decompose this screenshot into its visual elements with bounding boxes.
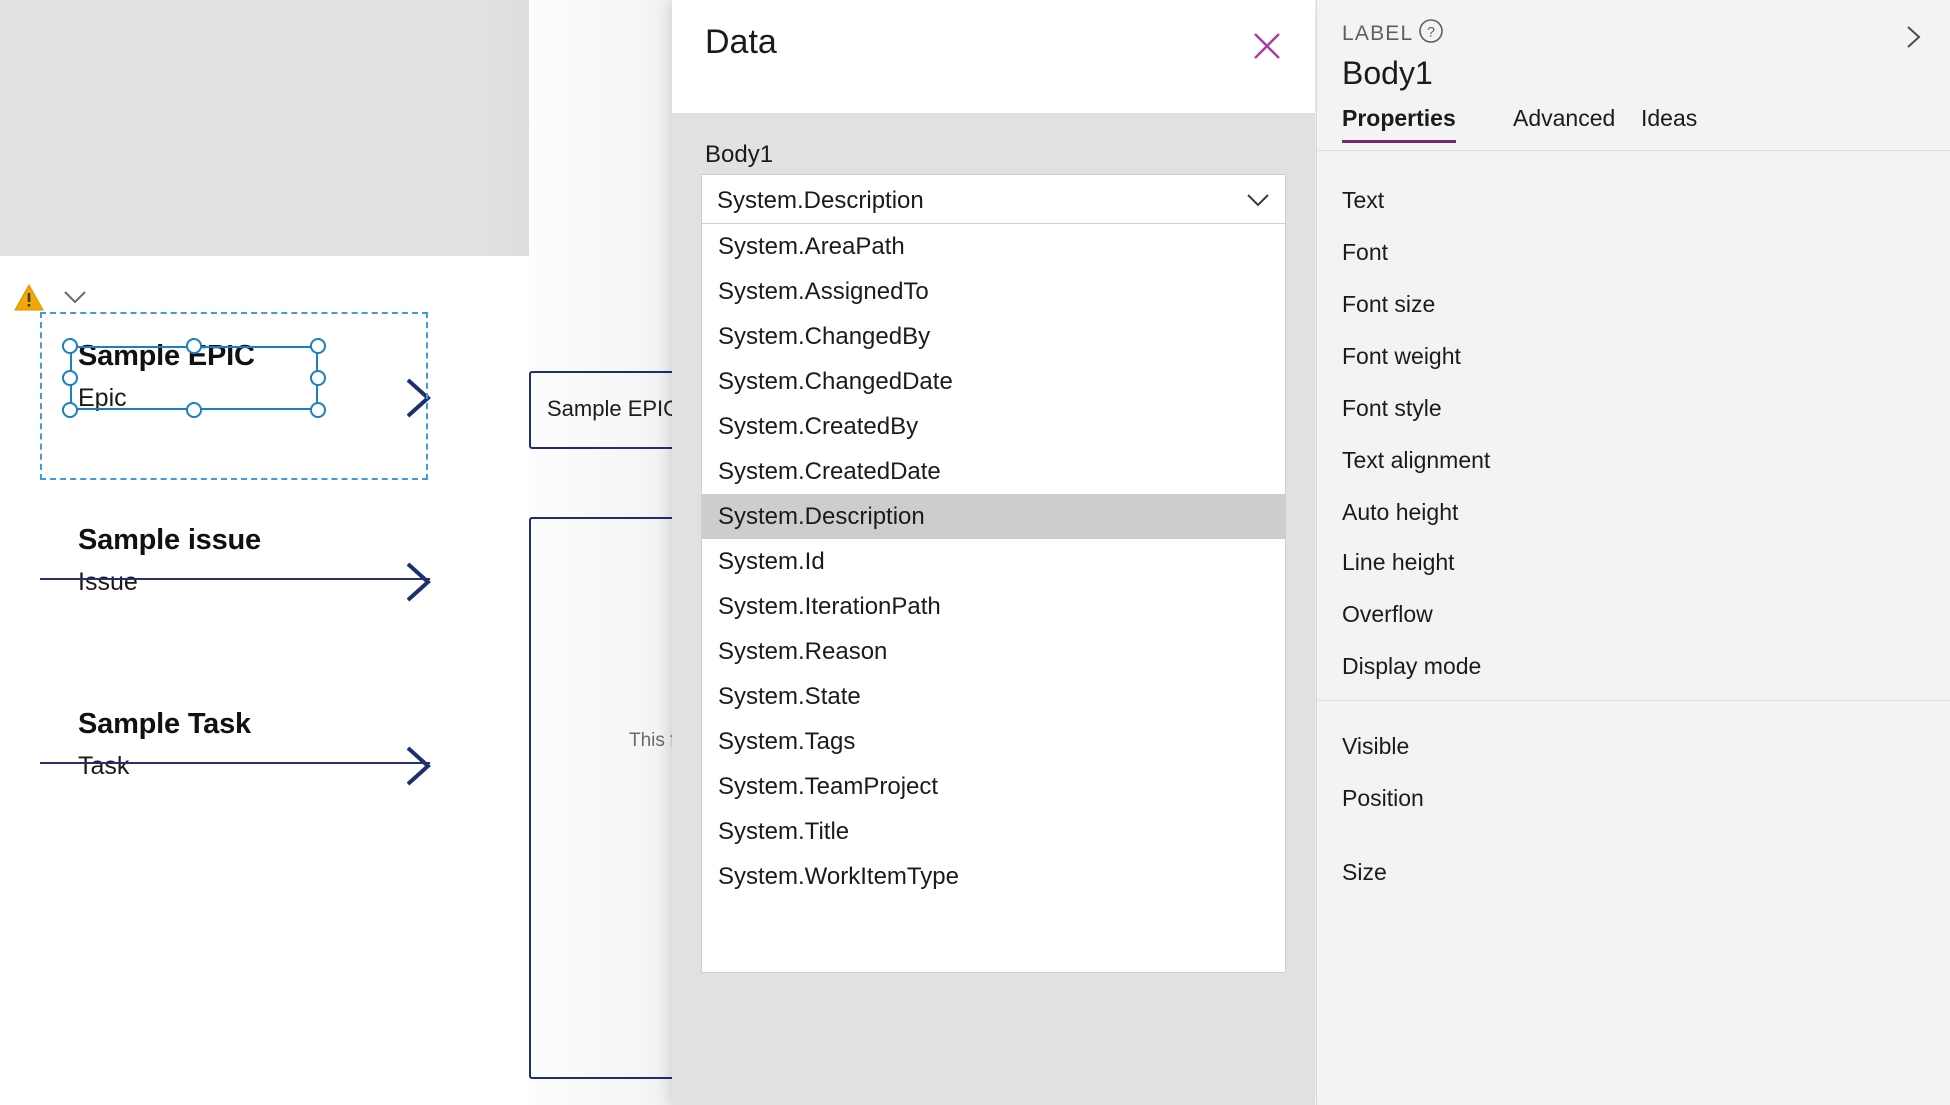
properties-header: LABEL ? Body1 Properties Advanced Ideas xyxy=(1317,0,1950,150)
row-overflow-label: Overflow xyxy=(1342,601,1433,627)
data-panel-header: Data xyxy=(672,0,1315,113)
tab-advanced[interactable]: Advanced xyxy=(1513,105,1615,140)
chevron-down-icon[interactable] xyxy=(62,288,88,306)
row-font: Font xyxy=(1317,227,1950,279)
row-font-weight-label: Font weight xyxy=(1342,343,1461,369)
properties-panel: LABEL ? Body1 Properties Advanced Ideas xyxy=(1316,0,1950,1105)
data-field-label: Body1 xyxy=(705,141,774,168)
warning-triangle-icon[interactable] xyxy=(14,284,44,312)
data-field-option[interactable]: System.WorkItemType xyxy=(702,854,1285,899)
data-field-options-list[interactable]: System.AreaPath System.AssignedTo System… xyxy=(701,224,1286,973)
row-font-size: Font size xyxy=(1317,279,1950,331)
row-size: Size xyxy=(1317,847,1950,899)
resize-handle-middle-left[interactable] xyxy=(62,370,78,386)
row-font-style: Font style xyxy=(1317,383,1950,435)
data-field-option[interactable]: System.Title xyxy=(702,809,1285,854)
data-panel-body: Body1 System.Description System.AreaPath… xyxy=(672,113,1315,1105)
data-panel: Data Body1 System.Description System.Are… xyxy=(672,0,1315,1105)
gallery-divider xyxy=(40,762,430,764)
data-field-option[interactable]: System.ChangedDate xyxy=(702,359,1285,404)
row-line-height: Line height xyxy=(1317,537,1950,589)
row-font-style-label: Font style xyxy=(1342,395,1442,421)
resize-handle-bottom-center[interactable] xyxy=(186,402,202,418)
row-visible-label: Visible xyxy=(1342,733,1410,759)
gallery-divider xyxy=(40,578,430,580)
svg-text:?: ? xyxy=(1427,24,1435,40)
row-font-label: Font xyxy=(1342,239,1389,265)
gallery-item-title: Sample Task xyxy=(78,708,251,740)
data-field-selected-value: System.Description xyxy=(717,187,924,214)
data-field-option[interactable]: System.State xyxy=(702,674,1285,719)
row-auto-height-label: Auto height xyxy=(1342,499,1459,525)
data-field-select[interactable]: System.Description xyxy=(701,174,1286,224)
row-text-label: Text xyxy=(1342,187,1385,213)
chevron-right-icon[interactable] xyxy=(1898,22,1928,52)
row-display-mode-label: Display mode xyxy=(1342,653,1482,679)
data-panel-title: Data xyxy=(705,23,777,61)
control-name: Body1 xyxy=(1342,55,1433,91)
power-apps-studio: Sample EPIC This fo Sample EPIC Epic Sam… xyxy=(0,0,1950,1105)
tab-ideas[interactable]: Ideas xyxy=(1641,105,1697,140)
gallery-item-subtitle: Issue xyxy=(78,568,138,596)
data-field-option[interactable]: System.CreatedDate xyxy=(702,449,1285,494)
row-display-mode: Display mode xyxy=(1317,641,1950,693)
properties-header-divider xyxy=(1317,150,1950,151)
data-field-option[interactable]: System.Reason xyxy=(702,629,1285,674)
data-field-option[interactable]: System.AssignedTo xyxy=(702,269,1285,314)
selected-label-control[interactable] xyxy=(62,338,326,418)
data-field-option-selected[interactable]: System.Description xyxy=(702,494,1285,539)
data-field-option[interactable]: System.ChangedBy xyxy=(702,314,1285,359)
row-visible: Visible xyxy=(1317,721,1950,773)
row-position-label: Position xyxy=(1342,785,1424,811)
chevron-right-icon[interactable] xyxy=(400,742,436,790)
row-text-alignment: Text alignment xyxy=(1317,435,1950,487)
properties-section-divider xyxy=(1317,700,1950,701)
resize-handle-top-left[interactable] xyxy=(62,338,78,354)
row-overflow: Overflow xyxy=(1317,589,1950,641)
data-field-option[interactable]: System.IterationPath xyxy=(702,584,1285,629)
resize-handle-middle-right[interactable] xyxy=(310,370,326,386)
row-position: Position xyxy=(1317,773,1950,825)
resize-handle-top-right[interactable] xyxy=(310,338,326,354)
data-field-option[interactable]: System.CreatedBy xyxy=(702,404,1285,449)
row-text-alignment-label: Text alignment xyxy=(1342,447,1491,473)
form-card-title-label: Sample EPIC xyxy=(547,396,680,421)
row-font-size-label: Font size xyxy=(1342,291,1436,317)
row-line-height-label: Line height xyxy=(1342,549,1455,575)
chevron-right-icon[interactable] xyxy=(400,558,436,606)
data-field-option[interactable]: System.Tags xyxy=(702,719,1285,764)
gallery-item[interactable]: Sample issue Issue xyxy=(40,496,470,680)
help-circle-icon[interactable]: ? xyxy=(1418,18,1444,44)
control-kind-label: LABEL xyxy=(1342,22,1414,45)
data-field-option[interactable]: System.AreaPath xyxy=(702,224,1285,269)
row-text: Text xyxy=(1317,175,1950,227)
gallery-item-subtitle: Task xyxy=(78,752,130,780)
chevron-down-icon[interactable] xyxy=(1245,191,1271,209)
close-icon[interactable] xyxy=(1249,28,1285,64)
gallery-item-title: Sample issue xyxy=(78,524,261,556)
canvas-warning-row xyxy=(14,282,94,316)
row-font-weight: Font weight xyxy=(1317,331,1950,383)
properties-tabs: Properties Advanced Ideas xyxy=(1317,105,1950,150)
gallery-item[interactable]: Sample Task Task xyxy=(40,680,470,864)
data-field-option[interactable]: System.TeamProject xyxy=(702,764,1285,809)
resize-handle-bottom-left[interactable] xyxy=(62,402,78,418)
data-field-option[interactable]: System.Id xyxy=(702,539,1285,584)
row-auto-height: Auto height xyxy=(1317,487,1950,539)
resize-handle-bottom-right[interactable] xyxy=(310,402,326,418)
row-size-label: Size xyxy=(1342,859,1387,885)
resize-handle-top-center[interactable] xyxy=(186,338,202,354)
tab-properties[interactable]: Properties xyxy=(1342,105,1456,143)
